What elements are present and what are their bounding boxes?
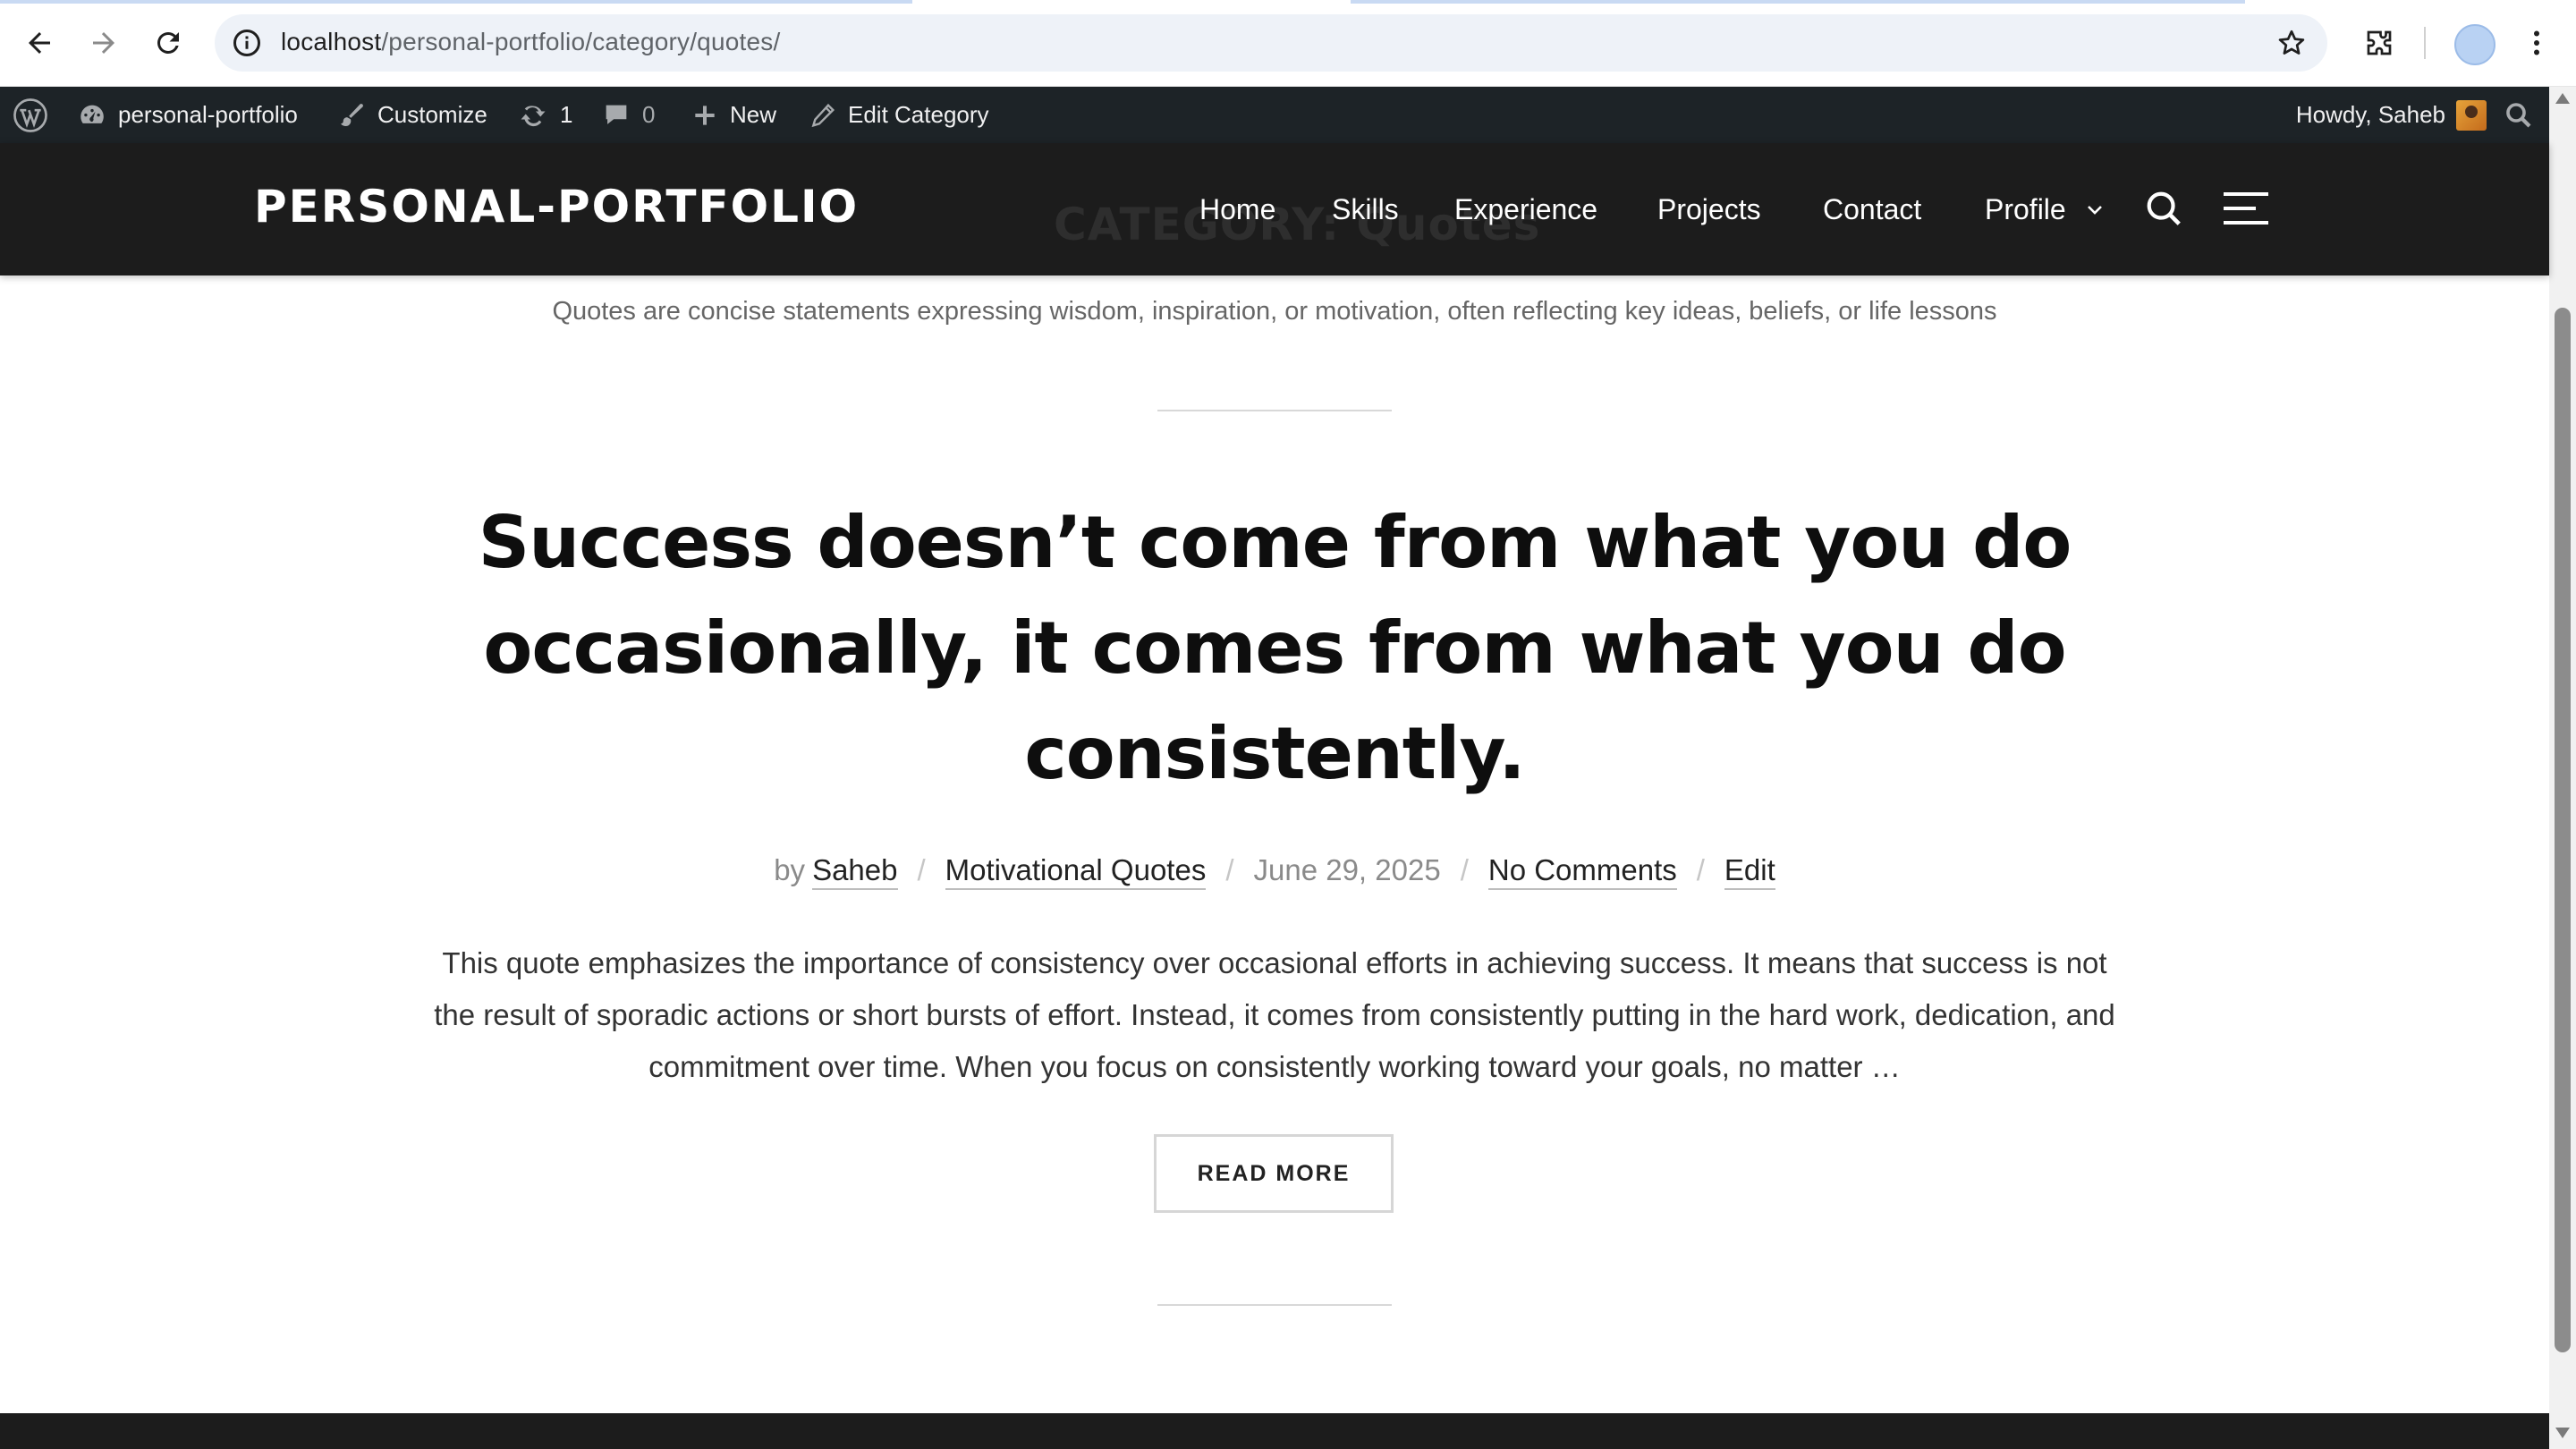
arrow-right-icon [93,32,114,54]
url-text: localhost/personal-portfolio/category/qu… [281,28,780,56]
chevron-down-icon[interactable] [2084,199,2106,220]
post-date: June 29, 2025 [1253,853,1441,886]
howdy-label: Howdy, Saheb [2295,101,2445,128]
post-category-link[interactable]: Motivational Quotes [945,853,1207,890]
post-meta: by Saheb / Motivational Quotes / June 29, 202… [0,853,2549,890]
edit-category-link[interactable]: Edit Category [809,87,989,143]
post-title[interactable]: Success doesn’t come from what you do oc… [376,490,2174,807]
scrollbar-thumb[interactable] [2555,308,2571,1352]
reload-icon [157,32,179,54]
user-avatar [2456,99,2487,131]
forward-button[interactable] [82,21,125,64]
post-comments-link[interactable]: No Comments [1487,853,1677,890]
meta-separator: / [1225,853,1234,886]
toolbar-divider [2424,27,2426,59]
wp-logo-menu[interactable] [13,87,48,143]
meta-by-label: by [774,853,806,886]
nav-item-projects[interactable]: Projects [1657,193,1761,226]
new-content-menu[interactable]: New [691,87,776,143]
edit-category-label: Edit Category [848,101,989,128]
url-path: /personal-portfolio/category/quotes/ [381,28,781,55]
puzzle-icon [2367,30,2392,55]
menu-toggle-icon[interactable] [2224,190,2268,227]
more-vert-icon [2534,30,2539,55]
category-description: Quotes are concise statements expressing… [552,297,1997,326]
brush-icon [340,103,363,126]
nav-item-profile[interactable]: Profile [1985,193,2066,226]
comment-icon [606,105,627,124]
post-author-link[interactable]: Saheb [812,853,898,890]
reload-button[interactable] [147,21,190,64]
plus-icon [695,105,715,125]
address-bar[interactable]: localhost/personal-portfolio/category/qu… [215,14,2327,72]
back-button[interactable] [18,21,61,64]
update-icon [521,105,546,126]
comments-link[interactable]: 0 [601,87,655,143]
search-icon[interactable] [2143,188,2184,229]
admin-search-icon[interactable] [2503,99,2535,131]
meta-separator: / [917,853,926,886]
wp-admin-bar: personal-portfolio Customize 1 0 New Edi… [0,87,2549,143]
dashboard-icon [80,105,104,123]
nav-item-skills[interactable]: Skills [1332,193,1399,226]
site-header: CATEGORY: Quotes PERSONAL-PORTFOLIO Home… [0,143,2549,275]
section-divider [1157,410,1392,411]
comments-count: 0 [642,101,656,128]
site-footer [0,1413,2549,1449]
arrow-left-icon [29,32,50,54]
browser-menu-button[interactable] [2515,21,2558,64]
updates-count: 1 [560,101,573,128]
site-name-menu[interactable]: personal-portfolio [77,87,298,143]
bookmark-star-icon[interactable] [2275,27,2308,59]
scroll-down-arrow[interactable] [2555,1428,2570,1438]
nav-item-contact[interactable]: Contact [1823,193,1921,226]
site-name-label: personal-portfolio [118,101,298,128]
browser-toolbar: localhost/personal-portfolio/category/qu… [0,0,2576,87]
url-host: localhost [281,28,382,55]
post-excerpt: This quote emphasizes the importance of … [434,946,2115,1083]
customize-link[interactable]: Customize [336,87,487,143]
nav-item-experience[interactable]: Experience [1454,193,1597,226]
wordpress-logo-icon [13,97,47,132]
customize-label: Customize [377,101,487,128]
read-more-button[interactable]: READ MORE [1154,1134,1394,1213]
site-title[interactable]: PERSONAL-PORTFOLIO [254,181,859,233]
my-account-menu[interactable]: Howdy, Saheb [2296,87,2487,143]
pencil-icon [811,103,835,127]
profile-avatar[interactable] [2454,24,2496,65]
updates-link[interactable]: 1 [517,87,572,143]
extensions-button[interactable] [2358,21,2401,64]
new-label: New [730,101,777,128]
scroll-up-arrow[interactable] [2555,93,2570,104]
tab-strip-indicator [0,0,912,4]
meta-separator: / [1460,853,1469,886]
section-divider [1157,1304,1392,1306]
meta-separator: / [1696,853,1705,886]
tab-strip-indicator [1351,0,2245,4]
site-info-icon[interactable] [231,27,263,59]
nav-item-home[interactable]: Home [1199,193,1275,226]
post-edit-link[interactable]: Edit [1724,853,1775,890]
